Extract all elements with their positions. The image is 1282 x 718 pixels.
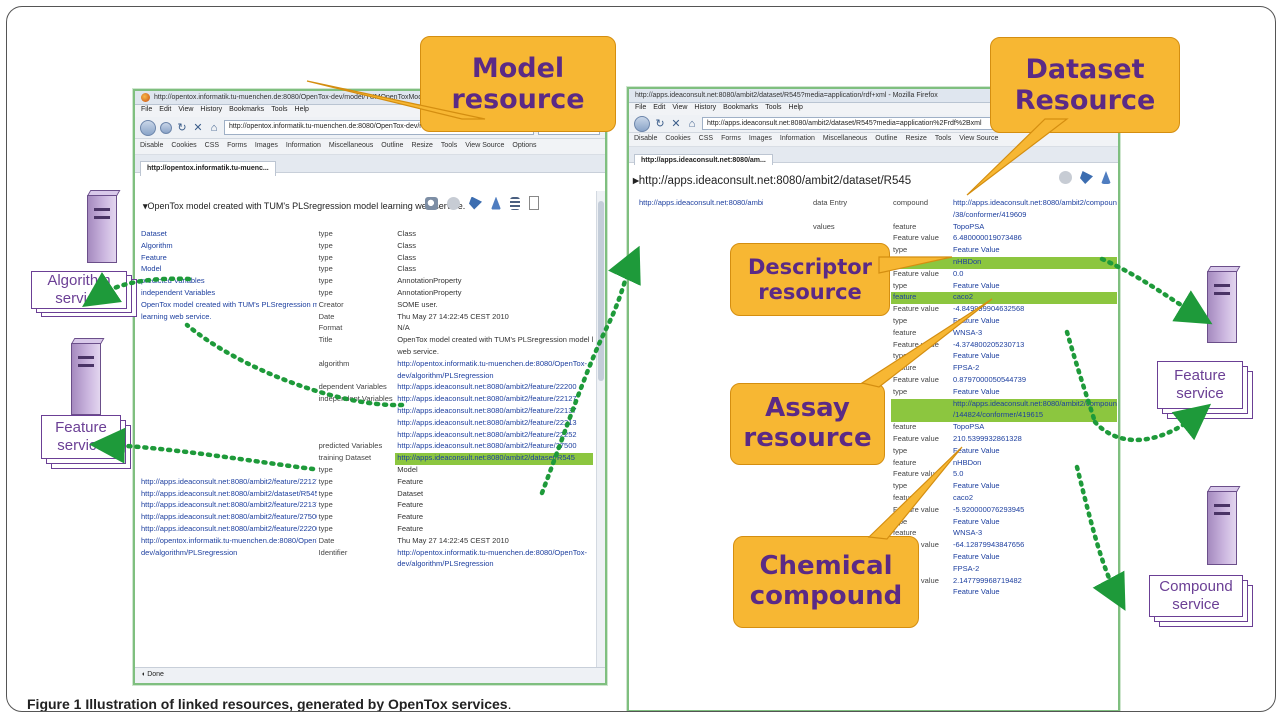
algorithm-link-arrow (82, 272, 192, 307)
connector-overlay (82, 80, 1213, 611)
descriptor-callout-pointer (878, 256, 953, 274)
algorithm-uri-link (184, 322, 405, 408)
compound-link-arrow (1074, 464, 1126, 611)
figure-frame: http://opentox.informatik.tu-muenchen.de… (6, 6, 1276, 712)
dataset-callout-pointer (966, 118, 1069, 196)
model-callout-pointer (306, 80, 486, 120)
training-dataset-link-arrow (539, 245, 641, 496)
feature-dotted-path (1064, 329, 1098, 425)
feature-link-arrow-left (89, 427, 316, 472)
feature-link-arrow-right (1099, 256, 1213, 325)
chemical-callout-pointer (867, 446, 963, 540)
feature-link-arrow-right-2 (1092, 403, 1212, 443)
figure-caption: Figure 1 Illustration of linked resource… (27, 696, 512, 712)
assay-callout-pointer (860, 298, 993, 388)
